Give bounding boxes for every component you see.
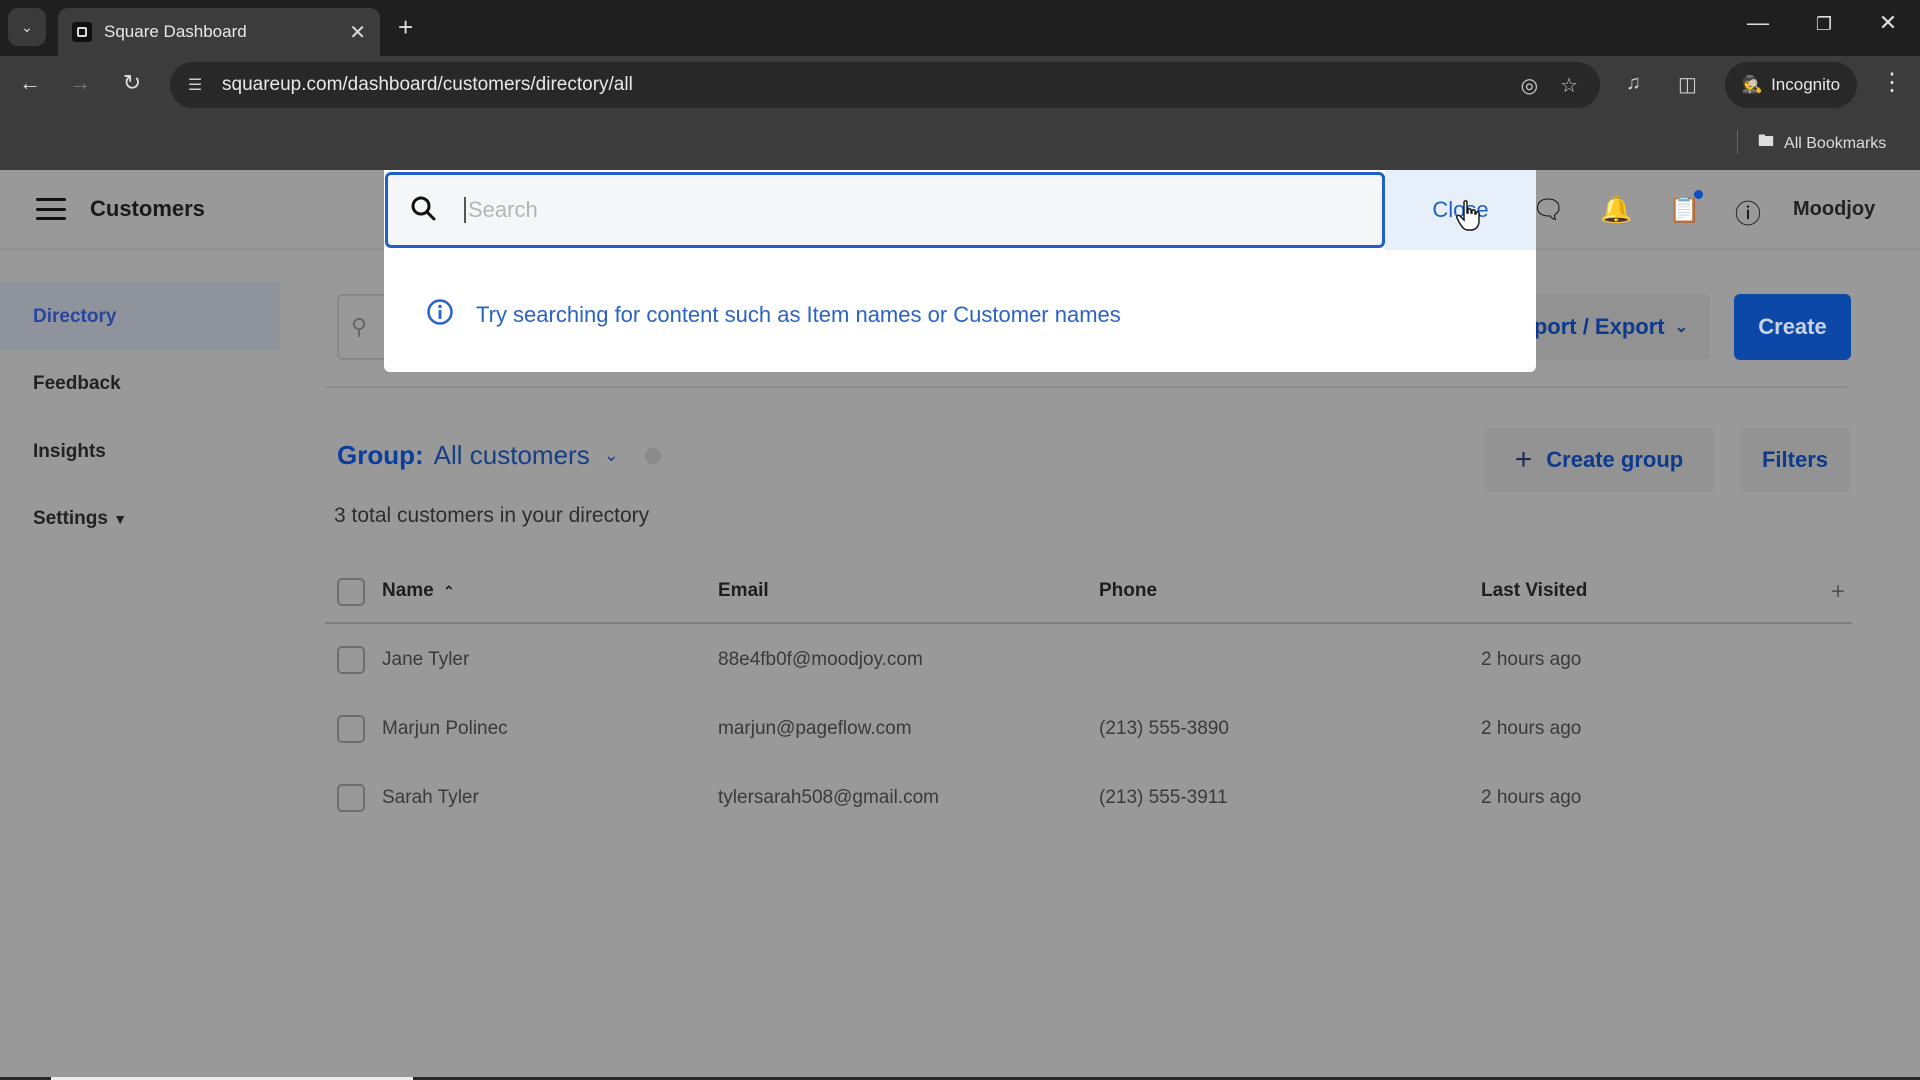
table-row[interactable]: Jane Tyler 88e4fb0f@moodjoy.com 2 hours … <box>325 624 1852 693</box>
divider <box>325 386 1847 388</box>
global-search-field[interactable] <box>385 172 1385 248</box>
row-checkbox[interactable] <box>337 715 365 743</box>
customers-table: Name ⌃ Email Phone Last Visited + Jane T… <box>325 560 1852 831</box>
customer-email: tylersarah508@gmail.com <box>718 787 939 808</box>
eye-off-icon[interactable]: ◎ <box>1521 73 1538 98</box>
create-button[interactable]: Create <box>1734 294 1851 360</box>
tab-title: Square Dashboard <box>104 22 247 41</box>
chevron-down-icon[interactable]: ⌄ <box>604 445 619 466</box>
global-search-input[interactable] <box>464 197 1364 223</box>
customer-phone: (213) 555-3890 <box>1099 718 1229 739</box>
bookmarks-bar: 🖿 All Bookmarks <box>0 114 1920 170</box>
browser-toolbar: ← → ↻ ☰ squareup.com/dashboard/customers… <box>0 56 1920 114</box>
chevron-down-icon: ▼ <box>113 511 128 527</box>
account-name[interactable]: Moodjoy <box>1793 198 1875 221</box>
customer-email: 88e4fb0f@moodjoy.com <box>718 649 923 670</box>
plus-icon: + <box>1514 443 1533 476</box>
sort-ascending-icon: ⌃ <box>443 583 455 599</box>
info-icon <box>426 298 454 331</box>
search-icon <box>410 195 440 226</box>
global-search-popup: Close Try searching for content such as … <box>384 170 1536 372</box>
close-tab-icon[interactable]: ✕ <box>349 20 366 45</box>
sidebar-item-settings[interactable]: Settings ▼ <box>33 508 127 530</box>
messages-icon[interactable]: 🗨 <box>1532 194 1565 225</box>
customer-count: 3 total customers in your directory <box>334 504 650 527</box>
search-icon: ⚲ <box>351 314 368 339</box>
customer-name[interactable]: Jane Tyler <box>382 649 469 671</box>
info-icon[interactable] <box>644 447 661 464</box>
browser-menu-button[interactable]: ⋮ <box>1880 68 1904 97</box>
sidebar-item-settings-label: Settings <box>33 508 108 529</box>
incognito-icon: 🕵 <box>1741 75 1764 94</box>
minimize-window-button[interactable]: — <box>1738 10 1778 36</box>
chevron-down-icon: ⌄ <box>1674 319 1688 336</box>
browser-tab[interactable]: Square Dashboard ✕ <box>58 8 380 56</box>
hand-cursor-icon <box>1456 200 1480 231</box>
table-header-row: Name ⌃ Email Phone Last Visited + <box>325 560 1852 624</box>
clipboard-icon[interactable]: 📋 <box>1668 194 1700 225</box>
incognito-label: Incognito <box>1771 75 1841 94</box>
row-checkbox[interactable] <box>337 784 365 812</box>
row-checkbox[interactable] <box>337 646 365 674</box>
filters-button[interactable]: Filters <box>1740 428 1850 492</box>
group-value[interactable]: All customers <box>434 440 590 471</box>
back-button[interactable]: ← <box>14 70 46 96</box>
url-text[interactable]: squareup.com/dashboard/customers/directo… <box>222 74 1521 96</box>
customer-name[interactable]: Marjun Polinec <box>382 718 508 740</box>
import-export-label: Import / Export <box>1520 314 1665 339</box>
help-icon[interactable]: ⓘ <box>1735 194 1761 231</box>
browser-tab-strip: ⌄ Square Dashboard ✕ + — ❐ ✕ <box>0 0 1920 56</box>
page-title: Customers <box>90 196 205 221</box>
close-window-button[interactable]: ✕ <box>1868 10 1908 36</box>
forward-button[interactable]: → <box>64 70 96 96</box>
reload-button[interactable]: ↻ <box>116 70 148 96</box>
group-label: Group: <box>337 440 424 470</box>
square-favicon-icon <box>72 22 92 42</box>
chevron-down-icon: ⌄ <box>21 18 33 35</box>
group-selector[interactable]: Group: All customers ⌄ <box>337 440 661 471</box>
menu-icon[interactable] <box>36 198 66 220</box>
new-tab-button[interactable]: + <box>398 12 413 42</box>
add-column-icon[interactable]: + <box>1824 578 1852 606</box>
search-hint: Try searching for content such as Item n… <box>426 298 1121 331</box>
star-icon[interactable]: ☆ <box>1560 73 1578 98</box>
customer-last-visited: 2 hours ago <box>1481 718 1582 739</box>
customer-phone: (213) 555-3911 <box>1099 787 1228 808</box>
table-row[interactable]: Sarah Tyler tylersarah508@gmail.com (213… <box>325 762 1852 831</box>
all-bookmarks-button[interactable]: 🖿 All Bookmarks <box>1758 130 1886 157</box>
media-controls-icon[interactable]: ♫ <box>1626 72 1641 95</box>
create-group-button[interactable]: + Create group <box>1484 428 1714 492</box>
column-name-label: Name <box>382 580 434 601</box>
column-header-email[interactable]: Email <box>718 580 769 602</box>
customer-last-visited: 2 hours ago <box>1481 787 1582 808</box>
sidebar-item-directory[interactable]: Directory <box>33 306 116 328</box>
notification-dot <box>1694 190 1703 199</box>
customer-last-visited: 2 hours ago <box>1481 649 1582 670</box>
bell-icon[interactable]: 🔔 <box>1600 194 1632 225</box>
column-header-phone[interactable]: Phone <box>1099 580 1157 602</box>
all-bookmarks-label: All Bookmarks <box>1784 134 1887 152</box>
search-hint-text: Try searching for content such as Item n… <box>476 301 1121 327</box>
address-bar[interactable]: ☰ squareup.com/dashboard/customers/direc… <box>170 62 1600 108</box>
column-header-last-visited[interactable]: Last Visited <box>1481 580 1587 602</box>
tab-search-button[interactable]: ⌄ <box>8 8 46 46</box>
restore-window-button[interactable]: ❐ <box>1804 14 1844 35</box>
customer-name[interactable]: Sarah Tyler <box>382 787 479 809</box>
folder-icon: 🖿 <box>1758 133 1775 150</box>
incognito-indicator[interactable]: 🕵 Incognito <box>1725 62 1857 108</box>
side-panel-icon[interactable]: ◫ <box>1678 72 1697 97</box>
bookmarks-divider <box>1737 130 1738 154</box>
sidebar-item-insights[interactable]: Insights <box>33 441 106 463</box>
table-row[interactable]: Marjun Polinec marjun@pageflow.com (213)… <box>325 693 1852 762</box>
column-header-name[interactable]: Name ⌃ <box>382 580 455 602</box>
import-export-button[interactable]: Import / Export ⌄ <box>1520 294 1710 360</box>
create-group-label: Create group <box>1546 447 1684 472</box>
site-info-icon[interactable]: ☰ <box>178 68 212 102</box>
sidebar-item-feedback[interactable]: Feedback <box>33 373 121 395</box>
select-all-checkbox[interactable] <box>337 578 365 606</box>
customer-email: marjun@pageflow.com <box>718 718 912 739</box>
